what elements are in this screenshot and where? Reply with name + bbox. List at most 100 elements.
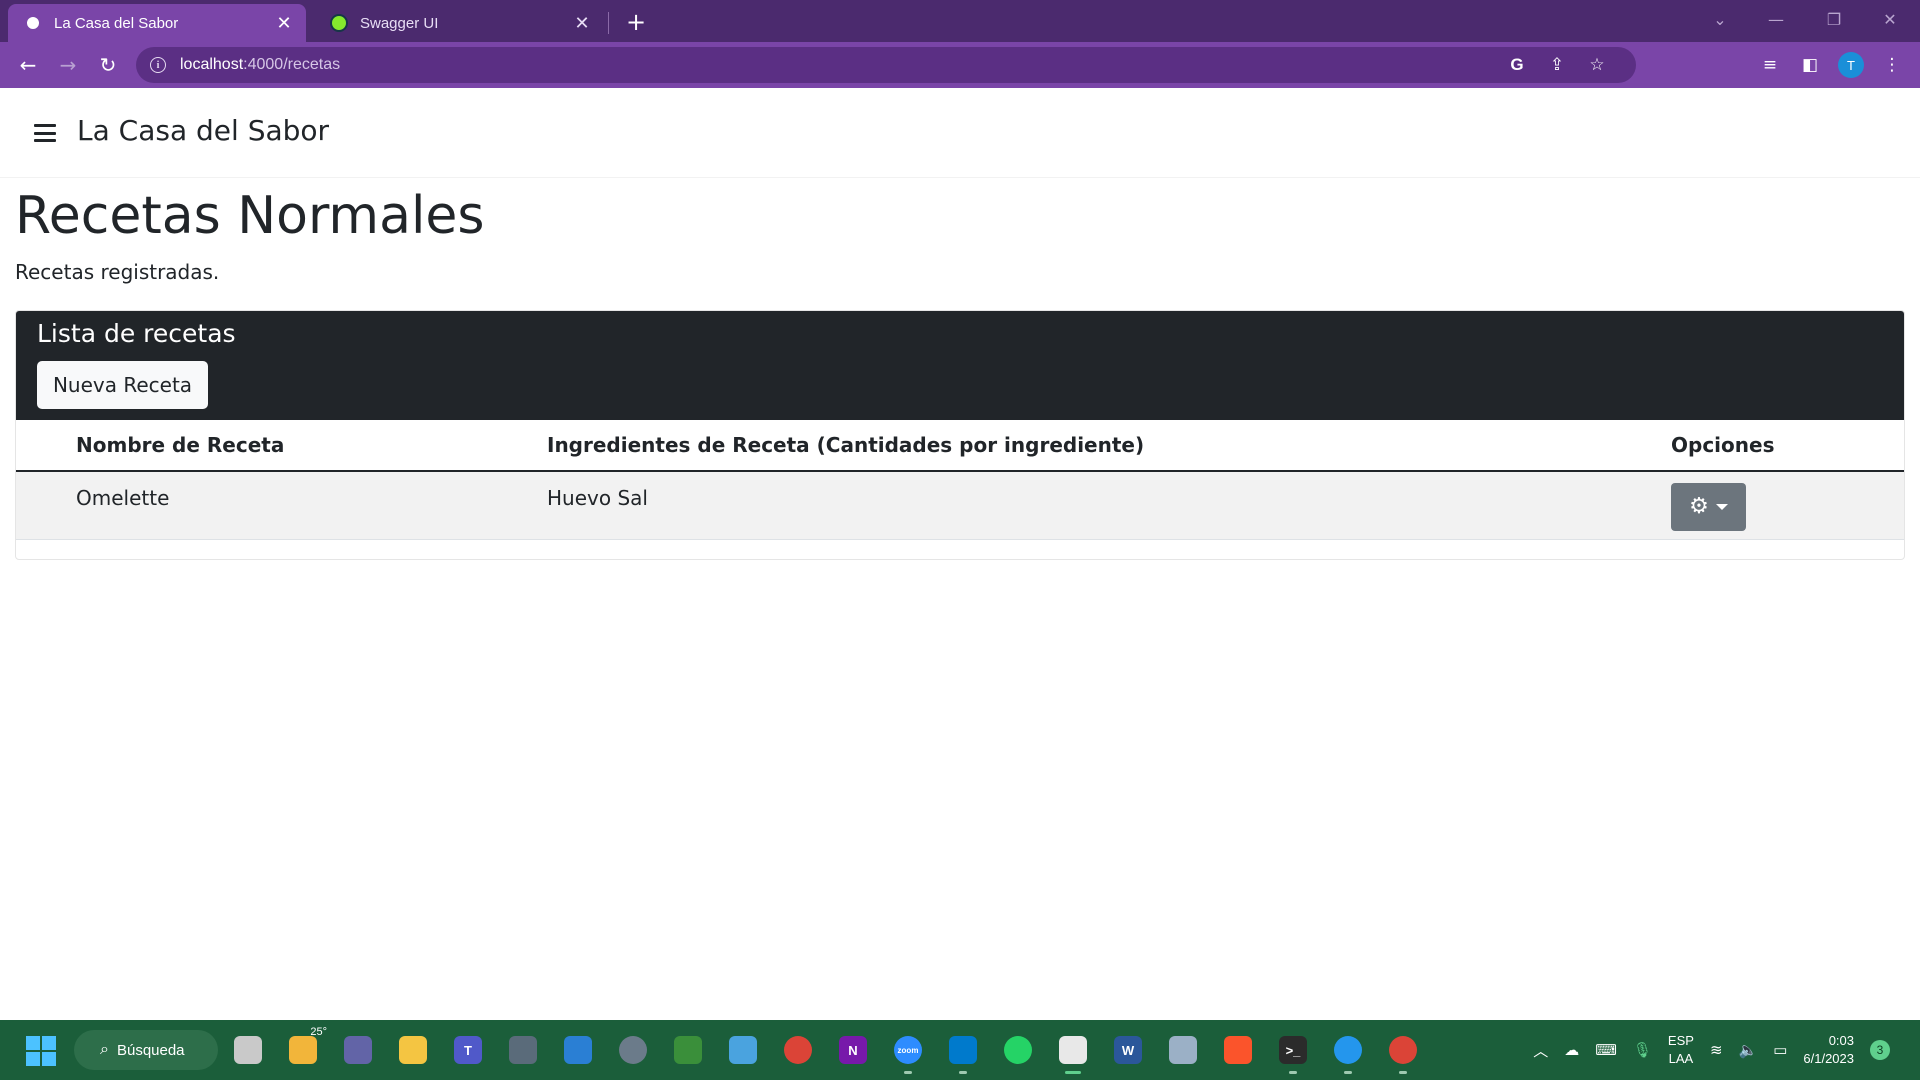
taskbar-app-settings[interactable] <box>615 1030 651 1070</box>
taskbar-app-chrome[interactable] <box>780 1030 816 1070</box>
taskbar-app-meet[interactable] <box>340 1030 376 1070</box>
taskbar-app-brave[interactable] <box>1220 1030 1256 1070</box>
microphone-icon[interactable]: 🎙 <box>1633 1041 1652 1059</box>
close-window-button[interactable]: ✕ <box>1862 0 1918 38</box>
zoom-icon: zoom <box>894 1036 922 1064</box>
taskbar-app-task-view[interactable] <box>230 1030 266 1070</box>
column-header-ingredients: Ingredientes de Receta (Cantidades por i… <box>547 420 1671 472</box>
virtualbox-icon <box>1169 1036 1197 1064</box>
table-row: Omelette Huevo Sal ⚙ <box>16 471 1904 540</box>
system-tray: ︿ ☁ ⌨ 🎙 ESP LAA ≋ 🔈 ▭ 0:03 6/1/2023 3 <box>1533 1030 1890 1070</box>
google-icon[interactable]: G <box>1506 55 1528 75</box>
app-navbar: La Casa del Sabor <box>0 88 1920 178</box>
taskbar-app-weather[interactable]: 25° <box>285 1026 327 1070</box>
brand-title[interactable]: La Casa del Sabor <box>77 114 329 147</box>
address-bar[interactable]: i localhost:4000/recetas G ⇪ ☆ <box>136 47 1636 83</box>
notification-badge[interactable]: 3 <box>1870 1040 1890 1060</box>
docker-icon <box>1334 1036 1362 1064</box>
back-button[interactable]: ← <box>12 49 44 81</box>
brave-icon <box>1224 1036 1252 1064</box>
reload-button[interactable]: ↻ <box>92 49 124 81</box>
menu-kebab-icon[interactable]: ⋮ <box>1880 53 1904 77</box>
taskbar-app-control-panel[interactable] <box>725 1030 761 1070</box>
taskbar-app-app-green[interactable] <box>670 1030 706 1070</box>
chrome-icon <box>784 1036 812 1064</box>
url-path: :4000/recetas <box>243 56 341 73</box>
url-text[interactable]: localhost:4000/recetas <box>180 56 340 74</box>
taskbar-app-teams[interactable]: T <box>450 1030 486 1070</box>
taskbar-apps: 25° T Nzoom W >_ <box>230 1026 1421 1074</box>
tab-search-icon[interactable]: ⌄ <box>1692 0 1748 38</box>
wifi-icon[interactable]: ≋ <box>1710 1041 1723 1059</box>
new-recipe-button[interactable]: Nueva Receta <box>37 361 208 409</box>
taskbar-app-chrome-profile[interactable] <box>1385 1030 1421 1074</box>
meet-icon <box>344 1036 372 1064</box>
page-subtitle: Recetas registradas. <box>15 260 220 284</box>
clock-date: 6/1/2023 <box>1803 1051 1854 1066</box>
terminal-icon: >_ <box>1279 1036 1307 1064</box>
language-indicator[interactable]: ESP LAA <box>1668 1032 1694 1068</box>
taskbar-clock[interactable]: 0:03 6/1/2023 <box>1803 1032 1854 1068</box>
tab-divider <box>608 12 609 34</box>
table-header-row: Nombre de Receta Ingredientes de Receta … <box>16 420 1904 472</box>
taskbar-app-file-explorer[interactable] <box>395 1030 431 1070</box>
url-host: localhost <box>180 56 244 73</box>
app-green-icon <box>674 1036 702 1064</box>
taskbar-app-virtualbox[interactable] <box>1165 1030 1201 1070</box>
tab-title: Swagger UI <box>360 14 439 32</box>
share-icon[interactable]: ⇪ <box>1546 55 1568 75</box>
close-tab-icon[interactable]: ✕ <box>572 13 592 34</box>
recipes-card: Lista de recetas Nueva Receta Nombre de … <box>15 310 1905 560</box>
taskbar-app-calculator[interactable] <box>505 1030 541 1070</box>
onedrive-cloud-icon[interactable]: ☁ <box>1564 1041 1579 1059</box>
browser-toolbar: ← → ↻ i localhost:4000/recetas G ⇪ ☆ ≡ ◧… <box>0 42 1920 88</box>
taskbar-app-snipping-tool[interactable] <box>1055 1030 1091 1074</box>
taskbar-search-label: Búsqueda <box>116 1041 185 1059</box>
recipe-name-cell: Omelette <box>16 471 547 540</box>
recipe-ingredients-cell: Huevo Sal <box>547 471 1671 540</box>
bookmark-star-icon[interactable]: ☆ <box>1586 55 1608 75</box>
calculator-icon <box>509 1036 537 1064</box>
taskbar-app-docker[interactable] <box>1330 1030 1366 1074</box>
card-header: Lista de recetas Nueva Receta <box>16 311 1904 420</box>
profile-avatar[interactable]: T <box>1838 52 1864 78</box>
site-info-icon[interactable]: i <box>150 57 166 73</box>
control-panel-icon <box>729 1036 757 1064</box>
taskbar-app-whatsapp[interactable] <box>1000 1030 1036 1070</box>
teams-icon: T <box>454 1036 482 1064</box>
vscode-icon <box>949 1036 977 1064</box>
column-header-options: Opciones <box>1671 420 1904 472</box>
browser-right-tools: ≡ ◧ T ⋮ <box>1758 49 1920 81</box>
snipping-tool-icon <box>1059 1036 1087 1064</box>
windows-start-icon[interactable] <box>26 1036 56 1066</box>
taskbar-app-mail[interactable] <box>560 1030 596 1070</box>
column-header-name: Nombre de Receta <box>16 420 547 472</box>
taskbar-app-onenote[interactable]: N <box>835 1030 871 1070</box>
side-panel-icon[interactable]: ◧ <box>1798 53 1822 77</box>
taskbar-app-zoom[interactable]: zoom <box>890 1030 926 1074</box>
options-dropdown-button[interactable]: ⚙ <box>1671 483 1746 531</box>
taskbar-app-terminal[interactable]: >_ <box>1275 1030 1311 1074</box>
battery-icon[interactable]: ▭ <box>1773 1041 1787 1059</box>
reading-list-icon[interactable]: ≡ <box>1758 53 1782 77</box>
hamburger-menu-icon[interactable] <box>34 124 56 142</box>
new-tab-button[interactable]: + <box>622 8 650 36</box>
close-tab-icon[interactable]: ✕ <box>274 13 294 34</box>
minimize-button[interactable]: — <box>1748 0 1804 38</box>
volume-icon[interactable]: 🔈 <box>1739 1041 1758 1059</box>
tab-title: La Casa del Sabor <box>54 14 179 32</box>
browser-tab-strip: La Casa del Sabor ✕ Swagger UI ✕ + ⌄ — ❐… <box>0 0 1920 42</box>
task-view-icon <box>234 1036 262 1064</box>
forward-button[interactable]: → <box>52 49 84 81</box>
recipe-options-cell: ⚙ <box>1671 471 1904 540</box>
taskbar-search[interactable]: ⌕ Búsqueda <box>74 1030 218 1070</box>
tab-la-casa-del-sabor[interactable]: La Casa del Sabor ✕ <box>8 4 306 42</box>
taskbar-app-word[interactable]: W <box>1110 1030 1146 1070</box>
taskbar-app-vscode[interactable] <box>945 1030 981 1074</box>
restore-button[interactable]: ❐ <box>1806 0 1862 38</box>
omnibox-actions: G ⇪ ☆ <box>1506 47 1608 83</box>
caret-down-icon <box>1715 504 1728 510</box>
chevron-up-icon[interactable]: ︿ <box>1533 1040 1548 1061</box>
tab-swagger-ui[interactable]: Swagger UI ✕ <box>314 4 604 42</box>
keyboard-icon[interactable]: ⌨ <box>1595 1041 1617 1059</box>
